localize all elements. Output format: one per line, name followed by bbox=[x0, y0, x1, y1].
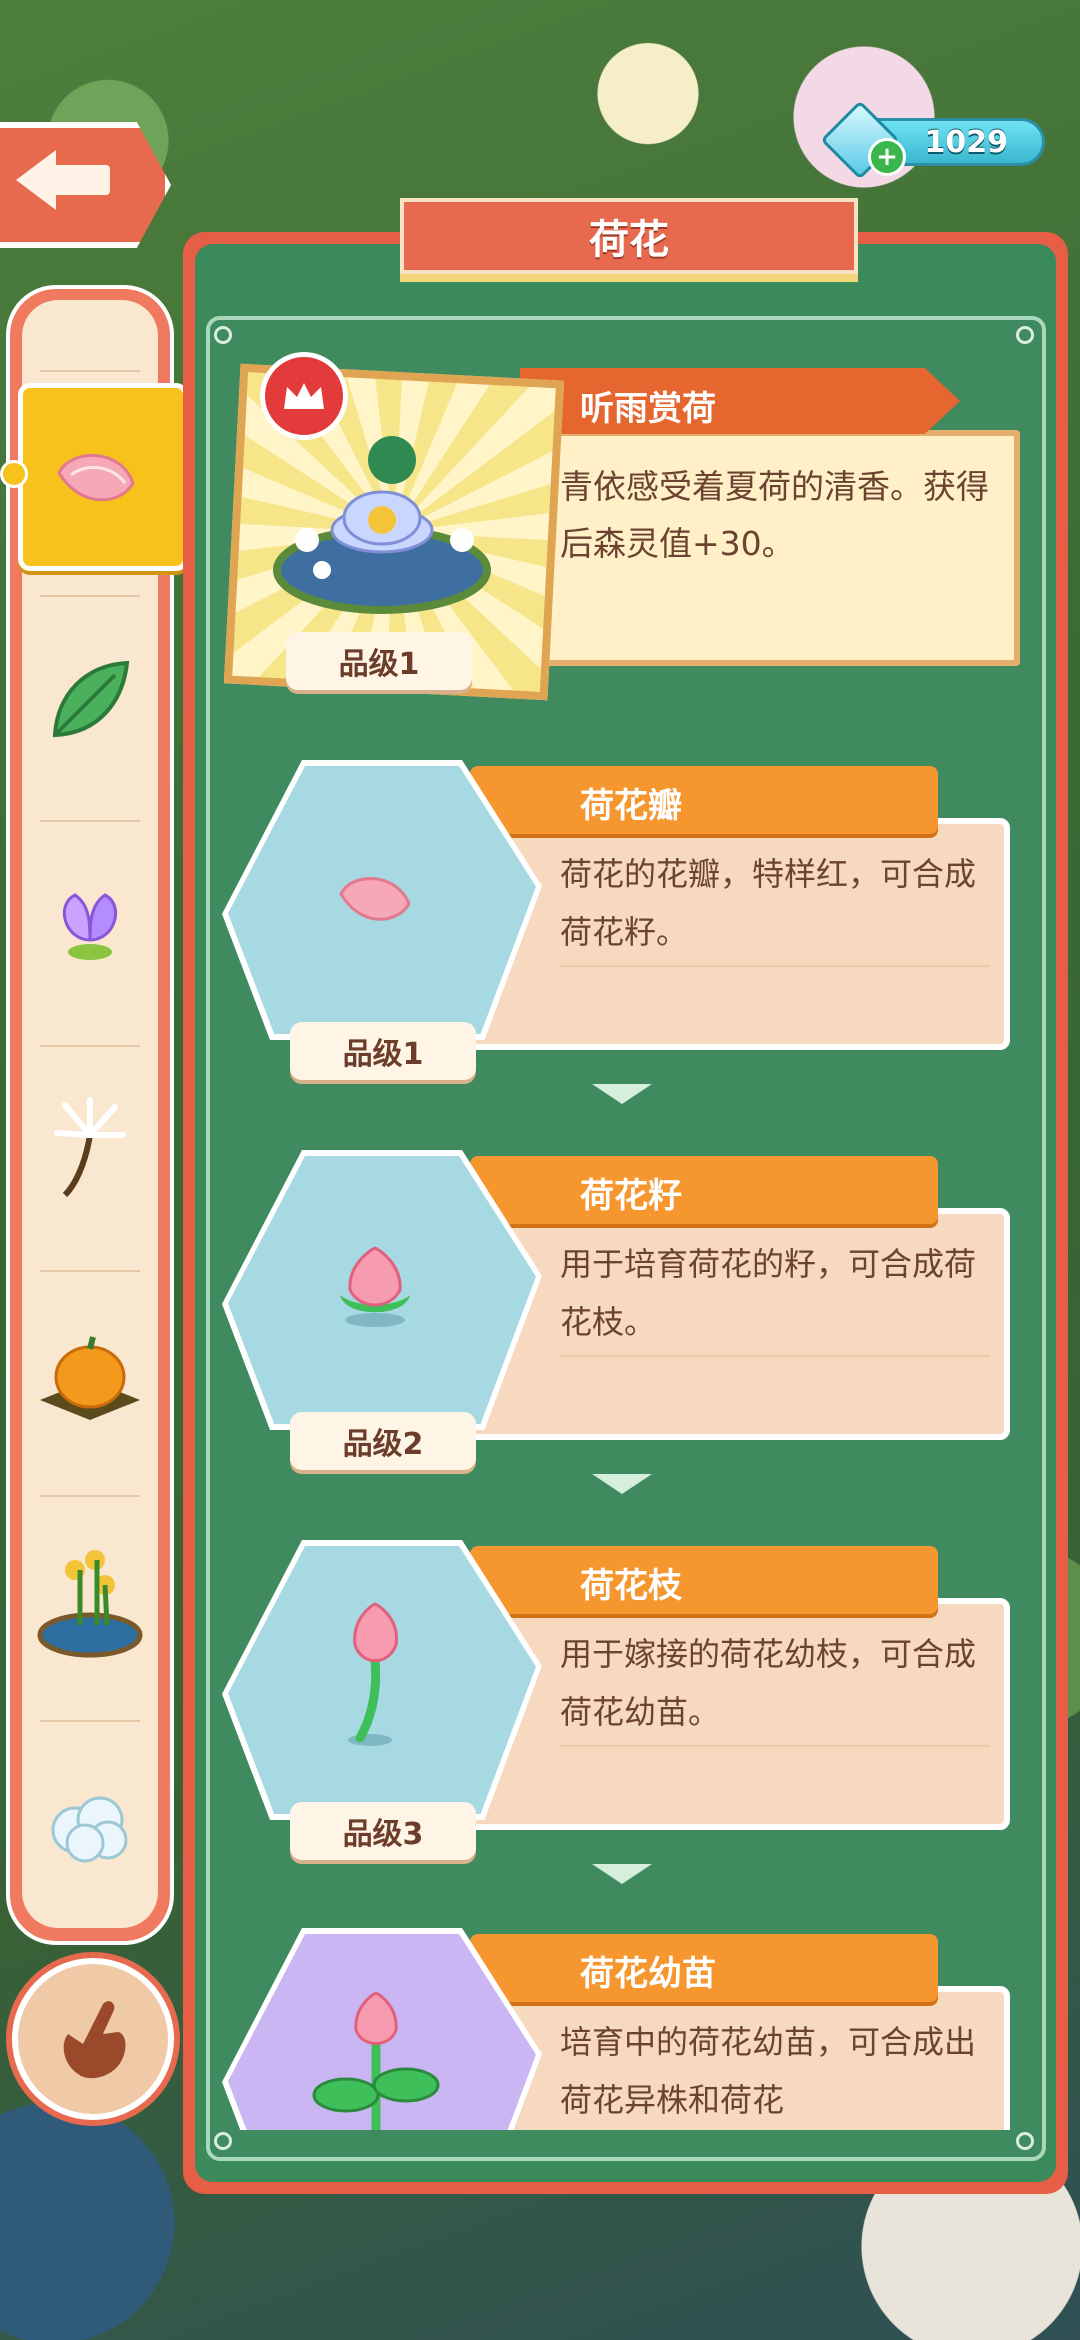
hand-pointer-icon bbox=[63, 2001, 126, 2079]
lotus-petal-icon bbox=[335, 868, 415, 928]
sidebar-item-butterfly[interactable] bbox=[26, 820, 154, 1030]
sidebar-item-pumpkin[interactable] bbox=[26, 1270, 154, 1480]
hand-pointer-button[interactable] bbox=[12, 1958, 174, 2120]
corner-rivet bbox=[214, 326, 232, 344]
divider bbox=[560, 1355, 990, 1357]
back-arrow-icon bbox=[16, 150, 56, 210]
crown-icon bbox=[260, 352, 348, 440]
petal-icon bbox=[32, 373, 160, 583]
item-description: 用于培育荷花的籽，可合成荷花枝。 bbox=[560, 1245, 977, 1341]
active-indicator bbox=[0, 460, 28, 488]
leaf-icon bbox=[52, 660, 130, 738]
divider bbox=[40, 370, 140, 372]
pond-flowers-icon bbox=[37, 1550, 143, 1658]
item-grade: 品级3 bbox=[290, 1802, 476, 1860]
item-description: 用于嫁接的荷花幼枝，可合成荷花幼苗。 bbox=[560, 1635, 977, 1731]
item-name: 荷花枝 bbox=[580, 1566, 682, 1606]
chevron-down-icon bbox=[592, 1474, 652, 1494]
divider bbox=[560, 965, 990, 967]
pumpkin-icon bbox=[40, 1336, 140, 1420]
item-name-tab bbox=[470, 1546, 938, 1614]
chevron-down-icon bbox=[592, 1084, 652, 1104]
plus-icon[interactable]: + bbox=[868, 138, 906, 176]
sidebar-item-pond[interactable] bbox=[26, 1495, 154, 1705]
divider bbox=[560, 1745, 990, 1747]
cotton-flower-icon bbox=[51, 1796, 128, 1863]
page-title: 荷花 bbox=[589, 217, 669, 263]
lotus-pond-icon bbox=[262, 420, 502, 620]
item-name: 荷花瓣 bbox=[580, 786, 682, 826]
item-name: 荷花籽 bbox=[580, 1176, 682, 1216]
item-description: 荷花的花瓣，特样红，可合成荷花籽。 bbox=[560, 855, 977, 951]
lotus-stem-icon bbox=[330, 1600, 420, 1750]
item-grade: 品级1 bbox=[290, 1022, 476, 1080]
item-name-tab bbox=[470, 1156, 938, 1224]
item-grade: 品级2 bbox=[290, 1412, 476, 1470]
corner-rivet bbox=[1016, 326, 1034, 344]
featured-grade: 品级1 bbox=[286, 632, 472, 690]
butterfly-leaf-icon bbox=[62, 893, 118, 960]
sidebar-item-dandelion[interactable] bbox=[26, 1045, 154, 1255]
dandelion-sprout-icon bbox=[54, 1097, 126, 1198]
back-arrow-shaft bbox=[52, 165, 110, 195]
featured-title: 听雨赏荷 bbox=[580, 389, 716, 429]
chevron-down-icon bbox=[592, 1864, 652, 1884]
lotus-bud-icon bbox=[330, 1240, 420, 1330]
sidebar-item-leaf[interactable] bbox=[26, 595, 154, 805]
featured-description: 青依感受着夏荷的清香。获得后森灵值+30。 bbox=[560, 467, 989, 563]
gem-count: 1029 bbox=[924, 124, 1009, 160]
item-name: 荷花幼苗 bbox=[580, 1954, 716, 1994]
sidebar-item-cotton[interactable] bbox=[26, 1720, 154, 1930]
item-name-tab bbox=[470, 766, 938, 834]
page-title-bar: 荷花 bbox=[400, 198, 858, 274]
